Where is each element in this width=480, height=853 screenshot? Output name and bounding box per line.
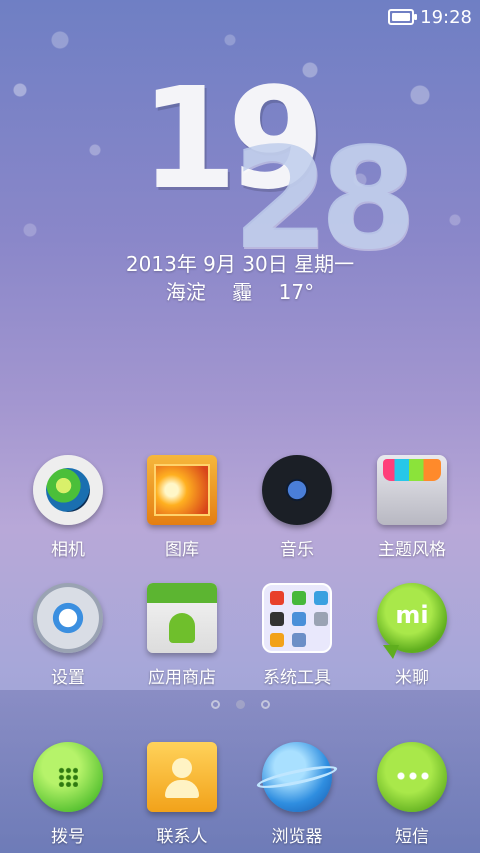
app-label: 米聊	[395, 668, 429, 688]
browser-icon	[262, 742, 332, 812]
app-label: 相机	[51, 540, 85, 560]
app-label: 短信	[395, 827, 429, 847]
settings-icon	[33, 583, 103, 653]
app-camera[interactable]: 相机	[8, 455, 128, 560]
app-store[interactable]: 应用商店	[122, 583, 242, 688]
music-icon	[262, 455, 332, 525]
dock-browser[interactable]: 浏览器	[237, 742, 357, 847]
weather-line[interactable]: 海淀 霾 17°	[0, 276, 480, 305]
weather-label: 霾	[232, 280, 253, 304]
location-label: 海淀	[165, 280, 206, 304]
camera-icon	[33, 455, 103, 525]
app-label: 应用商店	[148, 668, 216, 688]
app-label: 音乐	[280, 540, 314, 560]
battery-icon	[388, 9, 418, 25]
folder-system-tools[interactable]: 系统工具	[237, 583, 357, 688]
system-tools-folder-icon	[262, 583, 332, 653]
app-label: 设置	[51, 668, 85, 688]
app-label: 浏览器	[271, 827, 323, 847]
status-time: 19:28	[420, 6, 472, 28]
gallery-icon	[147, 455, 217, 525]
contacts-icon	[147, 742, 217, 812]
app-miliao[interactable]: mi 米聊	[352, 583, 472, 688]
dock-sms[interactable]: 短信	[352, 742, 472, 847]
theme-icon	[377, 455, 447, 525]
app-settings[interactable]: 设置	[8, 583, 128, 688]
status-bar: 19:28	[388, 0, 472, 34]
app-gallery[interactable]: 图库	[122, 455, 242, 560]
app-music[interactable]: 音乐	[237, 455, 357, 560]
temperature-label: 17°	[278, 280, 315, 304]
clock-widget[interactable]: 19 28	[0, 60, 480, 270]
miliao-icon: mi	[377, 583, 447, 659]
date-label: 2013年 9月 30日 星期一	[125, 252, 355, 276]
app-theme[interactable]: 主题风格	[352, 455, 472, 560]
app-label: 系统工具	[263, 668, 331, 688]
app-label: 图库	[165, 540, 199, 560]
app-label: 主题风格	[378, 540, 446, 560]
dock-dialer[interactable]: 拨号	[8, 742, 128, 847]
app-label: 联系人	[156, 827, 208, 847]
app-label: 拨号	[51, 827, 85, 847]
dialer-icon	[33, 742, 103, 812]
sms-icon	[377, 742, 447, 812]
miliao-icon-text: mi	[395, 601, 429, 629]
app-store-icon	[147, 583, 217, 653]
dock-contacts[interactable]: 联系人	[122, 742, 242, 847]
